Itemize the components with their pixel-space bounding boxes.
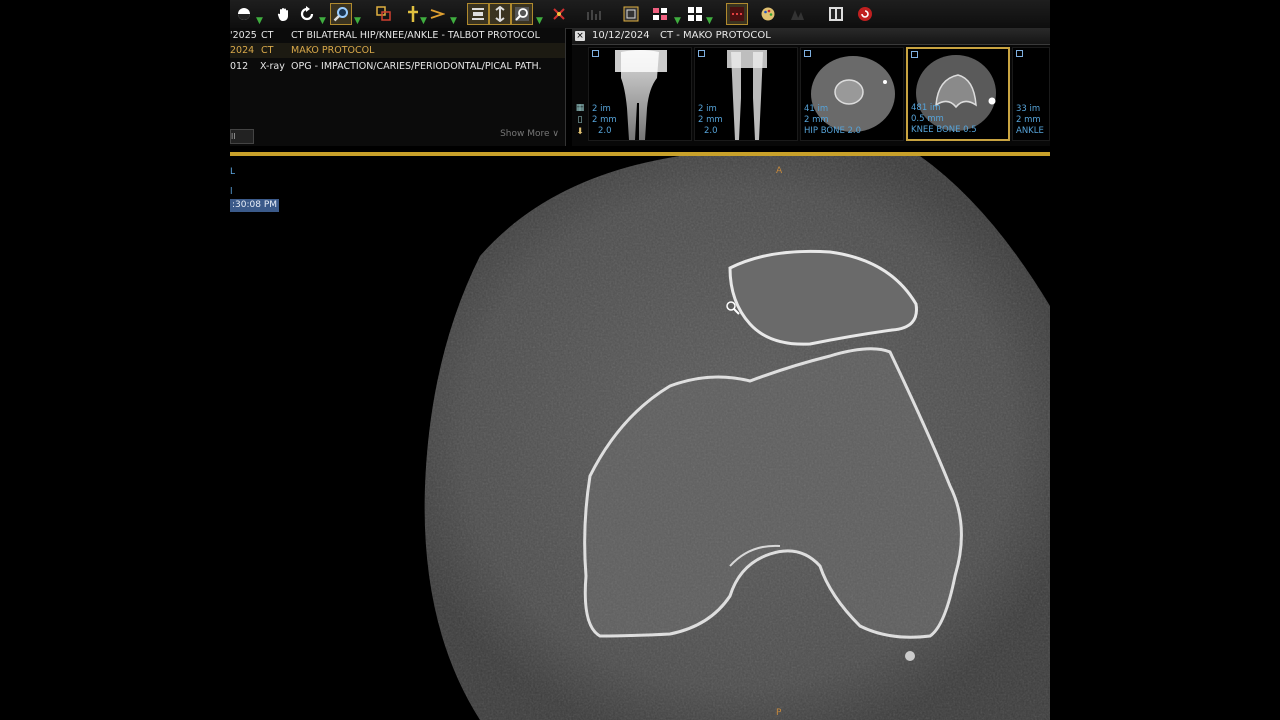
series-thumbnail[interactable]: 2 im 2 mm 2.0 [694, 47, 798, 141]
dropdown-arrow-icon[interactable]: ▼ [674, 16, 682, 26]
orientation-marker-top: A [776, 166, 783, 176]
study-list-panel: '2025 CT CT BILATERAL HIP/KNEE/ANKLE - T… [230, 28, 566, 146]
dicom-info-icon[interactable] [825, 3, 847, 25]
contrast-icon[interactable] [233, 3, 255, 25]
close-study-icon[interactable] [854, 3, 876, 25]
series-header-date: 10/12/2024 [592, 30, 650, 41]
show-more-link[interactable]: Show More ∨ [500, 129, 559, 139]
overlay-line: l [230, 187, 233, 197]
dropdown-arrow-icon[interactable]: ▼ [536, 16, 544, 26]
series-info: 33 im 2 mm ANKLE [1016, 104, 1044, 136]
image-viewport[interactable]: A P L l :30:08 PM [230, 156, 1050, 720]
close-icon[interactable]: × [575, 31, 585, 41]
overlay-time: :30:08 PM [230, 199, 280, 212]
select-checkbox[interactable] [1016, 50, 1023, 57]
scroll-icon[interactable] [489, 3, 511, 25]
series-thumbnail[interactable]: 33 im 2 mm ANKLE [1012, 47, 1050, 141]
series-header-title: CT - MAKO PROTOCOL [660, 30, 771, 41]
dropdown-arrow-icon[interactable]: ▼ [450, 16, 458, 26]
toolbar: ▼ ▼ ▼ ▼ ▼ ▼ ▼ ▼ [230, 0, 1050, 29]
study-modality: X-ray [260, 61, 285, 72]
roi-icon[interactable] [373, 3, 395, 25]
series-info: 41 im 2 mm HIP BONE 2.0 [804, 104, 862, 136]
rotate-icon[interactable] [296, 3, 318, 25]
study-filter-input[interactable]: ll [230, 129, 254, 144]
dropdown-arrow-icon[interactable]: ▼ [354, 16, 362, 26]
series-panel: × 10/12/2024 CT - MAKO PROTOCOL ▦ ▯ ⬇ 2 … [572, 28, 1050, 146]
study-date: '2025 [230, 30, 257, 41]
reference-line-icon[interactable] [548, 3, 570, 25]
palette-icon[interactable] [757, 3, 779, 25]
study-description: OPG - IMPACTION/CARIES/PERIODONTAL/PICAL… [291, 61, 542, 72]
study-description: CT BILATERAL HIP/KNEE/ANKLE - TALBOT PRO… [291, 30, 540, 41]
hanging-protocol-icon[interactable] [726, 3, 748, 25]
series-side-tools: ▦ ▯ ⬇ [574, 103, 586, 139]
series-thumbnail[interactable]: 41 im 2 mm HIP BONE 2.0 [800, 47, 904, 141]
pacs-viewer-window: ▼ ▼ ▼ ▼ ▼ ▼ ▼ ▼ '2025 CT CT BILATERAL HI… [230, 0, 1050, 720]
download-arrow-icon[interactable]: ⬇ [574, 127, 586, 139]
stack-icon[interactable] [467, 3, 489, 25]
fit-window-icon[interactable] [620, 3, 642, 25]
study-row[interactable]: 012 X-ray OPG - IMPACTION/CARIES/PERIODO… [230, 59, 565, 74]
study-row-selected[interactable]: 2024 CT MAKO PROTOCOL [230, 43, 565, 58]
layout-icon[interactable] [649, 3, 671, 25]
zoom-icon[interactable] [330, 3, 352, 25]
measure-angle-icon[interactable] [426, 3, 448, 25]
document-icon[interactable]: ▯ [574, 115, 586, 127]
study-date: 012 [230, 61, 249, 72]
series-info: 2 im 2 mm 2.0 [698, 104, 723, 136]
magnifier-icon[interactable] [511, 3, 533, 25]
study-description: MAKO PROTOCOL [291, 45, 375, 56]
dropdown-arrow-icon[interactable]: ▼ [319, 16, 327, 26]
dropdown-arrow-icon[interactable]: ▼ [706, 16, 714, 26]
tile-icon[interactable] [684, 3, 706, 25]
study-date: 2024 [230, 45, 255, 56]
dropdown-arrow-icon[interactable]: ▼ [256, 16, 264, 26]
series-grid-icon[interactable]: ▦ [574, 103, 586, 115]
series-info: 481 im 0.5 mm KNEE BONE 0.5 [911, 103, 977, 135]
overlay-line: L [230, 167, 236, 177]
series-header: × 10/12/2024 CT - MAKO PROTOCOL [572, 28, 1050, 45]
grid-disabled-icon [583, 3, 605, 25]
series-info: 2 im 2 mm 2.0 [592, 104, 617, 136]
orientation-marker-bottom: P [776, 708, 782, 718]
study-modality: CT [261, 30, 274, 41]
series-thumbnail[interactable]: 2 im 2 mm 2.0 [588, 47, 692, 141]
pan-hand-icon[interactable] [273, 3, 295, 25]
study-modality: CT [261, 45, 274, 56]
series-thumbnail-selected[interactable]: 481 im 0.5 mm KNEE BONE 0.5 [906, 47, 1010, 141]
knee-ct-axial-slice [424, 156, 1050, 720]
shapes-disabled-icon [786, 3, 808, 25]
image-overlay-info: L l :30:08 PM [230, 166, 280, 212]
study-row[interactable]: '2025 CT CT BILATERAL HIP/KNEE/ANKLE - T… [230, 28, 565, 43]
